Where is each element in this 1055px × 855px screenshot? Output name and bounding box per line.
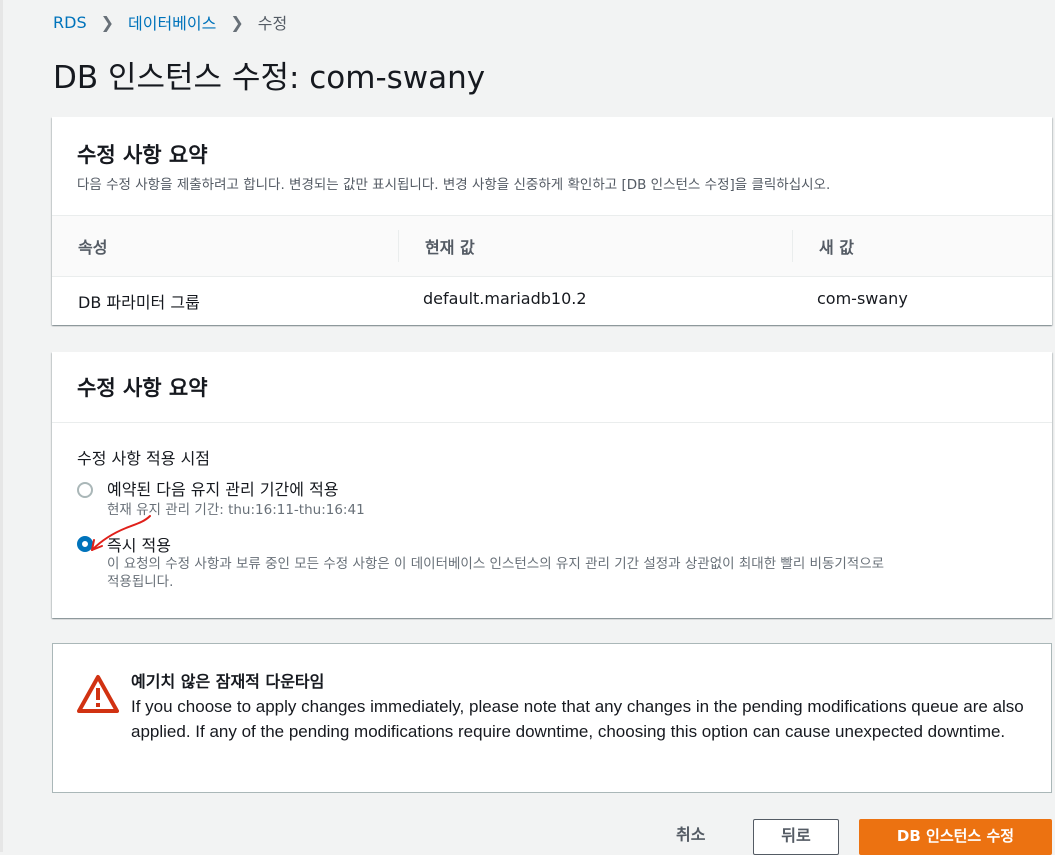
option-apply-immediately-desc-line2: 적용됩니다. [107, 574, 174, 590]
modify-db-instance-button[interactable]: DB 인스턴스 수정 [859, 819, 1052, 855]
downtime-warning: 예기치 않은 잠재적 다운타임 If you choose to apply c… [52, 643, 1052, 793]
option-next-maintenance-desc: 현재 유지 관리 기간: thu:16:11-thu:16:41 [107, 502, 365, 518]
breadcrumb-databases-link[interactable]: 데이터베이스 [128, 10, 216, 34]
column-divider [792, 230, 793, 262]
section-divider [52, 422, 1052, 423]
row-current-value: default.mariadb10.2 [423, 289, 587, 308]
summary-panel: 수정 사항 요약 다음 수정 사항을 제출하려고 합니다. 변경되는 값만 표시… [52, 117, 1052, 325]
schedule-panel: 수정 사항 요약 수정 사항 적용 시점 예약된 다음 유지 관리 기간에 적용… [52, 352, 1052, 618]
column-header-attribute: 속성 [78, 238, 108, 257]
chevron-right-icon: ❯ [230, 12, 244, 32]
warning-icon [77, 675, 119, 713]
back-button[interactable]: 뒤로 [753, 819, 839, 855]
schedule-label: 수정 사항 적용 시점 [77, 449, 211, 468]
column-divider [398, 230, 399, 262]
breadcrumb-current: 수정 [257, 14, 288, 33]
warning-title: 예기치 않은 잠재적 다운타임 [131, 672, 325, 691]
row-new-value: com-swany [817, 289, 908, 308]
schedule-title: 수정 사항 요약 [77, 376, 208, 400]
radio-next-maintenance[interactable] [77, 482, 93, 498]
page-title: DB 인스턴스 수정: com-swany [53, 60, 486, 96]
option-apply-immediately-desc-line1: 이 요청의 수정 사항과 보류 중인 모든 수정 사항은 이 데이터베이스 인스… [107, 556, 885, 572]
column-header-new-value: 새 값 [819, 238, 855, 257]
summary-title: 수정 사항 요약 [77, 143, 208, 167]
summary-header: 수정 사항 요약 다음 수정 사항을 제출하려고 합니다. 변경되는 값만 표시… [77, 139, 830, 193]
summary-description: 다음 수정 사항을 제출하려고 합니다. 변경되는 값만 표시됩니다. 변경 사… [77, 177, 831, 193]
table-header: 속성 현재 값 새 값 [52, 215, 1052, 277]
column-header-current-value: 현재 값 [425, 238, 475, 257]
option-next-maintenance-label[interactable]: 예약된 다음 유지 관리 기간에 적용 [107, 476, 339, 500]
chevron-right-icon: ❯ [100, 12, 114, 32]
option-apply-immediately-label[interactable]: 즉시 적용 [107, 532, 171, 556]
left-edge-divider [0, 0, 3, 852]
warning-body: If you choose to apply changes immediate… [131, 697, 1024, 741]
cancel-button[interactable]: 취소 [676, 821, 705, 845]
row-attribute: DB 파라미터 그룹 [78, 293, 200, 312]
breadcrumb-rds-link[interactable]: RDS [53, 13, 87, 32]
breadcrumb: RDS ❯ 데이터베이스 ❯ 수정 [53, 10, 287, 34]
radio-apply-immediately[interactable] [77, 536, 93, 552]
